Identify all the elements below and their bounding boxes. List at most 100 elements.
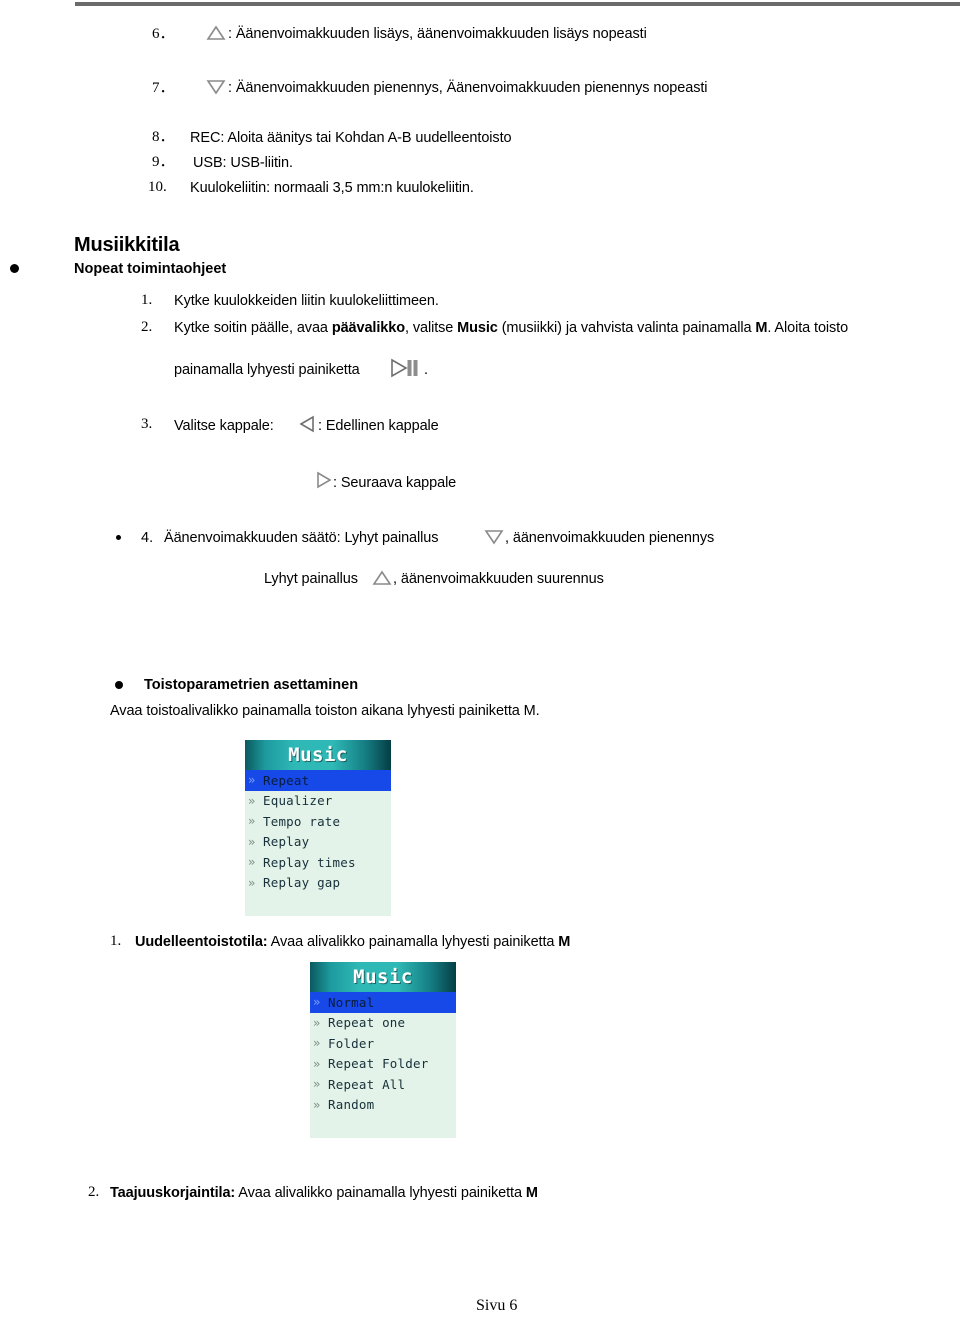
key-item-10-number: 10. — [148, 179, 167, 195]
playback-item-2-text: Taajuuskorjaintila: Avaa alivalikko pain… — [110, 1184, 538, 1202]
document-page: 6． : Äänenvoimakkuuden lisäys, äänenvoim… — [0, 0, 960, 1337]
chevron-right-icon: » — [248, 793, 256, 808]
chevron-right-icon: » — [248, 834, 256, 849]
chevron-right-icon: » — [313, 1015, 321, 1030]
menu-item-label: Replay — [263, 834, 310, 850]
playback-item-1-body: Avaa alivalikko painamalla lyhyesti pain… — [267, 934, 559, 950]
menu-item-replay-times[interactable]: » Replay times — [245, 852, 391, 873]
section-bullet — [10, 264, 19, 273]
menu-item-replay[interactable]: » Replay — [245, 832, 391, 853]
playback-item-1-bold: Uudelleentoistotila: — [135, 934, 268, 950]
menu-item-repeat[interactable]: » Repeat — [245, 770, 391, 791]
menu-item-label: Random — [328, 1097, 375, 1113]
playback-item-2-bold-end: M — [525, 1185, 538, 1201]
playback-params-heading: Toistoparametrien asettaminen — [144, 677, 359, 693]
menu-item-random[interactable]: » Random — [310, 1095, 456, 1116]
playback-item-1-number: 1. — [110, 933, 122, 949]
playback-params-bullet — [115, 681, 123, 689]
chevron-right-icon: » — [313, 1097, 321, 1112]
menu-item-label: Replay gap — [263, 875, 341, 891]
menu-item-label: Repeat one — [328, 1015, 406, 1031]
key-item-10-text: Kuulokeliitin: normaali 3,5 mm:n kuuloke… — [190, 180, 474, 196]
menu-item-label: Repeat — [263, 772, 310, 788]
key-item-6-text: : Äänenvoimakkuuden lisäys, äänenvoimakk… — [228, 26, 647, 42]
step-4-text-a: Äänenvoimakkuuden säätö: Lyhyt painallus — [164, 530, 439, 546]
step-2-text: Kytke soitin päälle, avaa päävalikko, va… — [174, 319, 848, 337]
chevron-right-icon: » — [313, 1036, 321, 1051]
playback-item-2-body: Avaa alivalikko painamalla lyhyesti pain… — [235, 1185, 526, 1201]
step-3-text-a: Valitse kappale: — [174, 418, 274, 434]
menu-item-label: Tempo rate — [263, 813, 341, 829]
triangle-down-icon — [205, 78, 227, 96]
key-item-8-text: REC: Aloita äänitys tai Kohdan A-B uudel… — [190, 130, 512, 146]
step-4-bullet — [116, 535, 121, 540]
triangle-up-icon — [205, 24, 227, 42]
menu-item-tempo-rate[interactable]: » Tempo rate — [245, 811, 391, 832]
step-4-text-b: , äänenvoimakkuuden pienennys — [505, 530, 715, 546]
step-1-number: 1. — [141, 292, 153, 308]
device-screen-title-bar: Music — [245, 740, 391, 770]
step-2-line2-text: painamalla lyhyesti painiketta — [174, 362, 360, 378]
chevron-right-icon: » — [248, 814, 256, 829]
menu-item-folder[interactable]: » Folder — [310, 1033, 456, 1054]
step-2-text-d: . Aloita toisto — [767, 320, 849, 336]
step-1-text: Kytke kuulokkeiden liitin kuulokeliittim… — [174, 293, 439, 309]
device-screen-title: Music — [353, 966, 413, 988]
device-screen-repeat-menu: Music » Normal » Repeat one » Folder » R… — [310, 962, 456, 1138]
menu-item-label: Repeat Folder — [328, 1056, 429, 1072]
play-pause-icon — [390, 357, 420, 379]
key-item-8-number: 8． — [152, 129, 175, 145]
step-4-line2-a: Lyhyt painallus — [264, 571, 358, 587]
step-2-bold-music: Music — [457, 320, 498, 336]
menu-item-label: Equalizer — [263, 793, 333, 809]
page-footer: Sivu 6 — [476, 1297, 518, 1314]
step-2-line2-period: . — [424, 362, 428, 378]
chevron-right-icon: » — [248, 875, 256, 890]
playback-params-description: Avaa toistoalivalikko painamalla toiston… — [110, 703, 540, 719]
step-2-text-a: Kytke soitin päälle, avaa — [174, 320, 332, 336]
triangle-up-icon — [371, 569, 393, 587]
device-screen-music-menu: Music » Repeat » Equalizer » Tempo rate … — [245, 740, 391, 916]
key-item-9-text: USB: USB-liitin. — [193, 155, 293, 171]
step-2-bold-paavalikko: päävalikko — [331, 320, 405, 336]
page-title: Musiikkitila — [74, 234, 180, 256]
step-3-text-c: : Seuraava kappale — [333, 475, 457, 491]
menu-item-repeat-one[interactable]: » Repeat one — [310, 1013, 456, 1034]
key-item-9-number: 9． — [152, 154, 175, 170]
menu-item-equalizer[interactable]: » Equalizer — [245, 791, 391, 812]
key-item-7-number: 7． — [152, 80, 175, 96]
step-4-number: 4. — [141, 530, 154, 546]
chevron-right-icon: » — [313, 995, 321, 1010]
step-2-text-b: , valitse — [404, 320, 458, 336]
playback-item-2-bold: Taajuuskorjaintila: — [110, 1185, 236, 1201]
key-item-7-text: : Äänenvoimakkuuden pienennys, Äänenvoim… — [228, 80, 708, 96]
triangle-left-icon — [297, 414, 317, 434]
menu-item-normal[interactable]: » Normal — [310, 992, 456, 1013]
step-2-bold-m: M — [755, 320, 768, 336]
section-subtitle: Nopeat toimintaohjeet — [74, 261, 227, 277]
key-item-6-number: 6． — [152, 26, 175, 42]
menu-item-label: Repeat All — [328, 1076, 406, 1092]
playback-item-1-bold-end: M — [558, 934, 571, 950]
step-3-number: 3. — [141, 416, 153, 432]
device-screen-title: Music — [288, 744, 348, 766]
menu-item-label: Folder — [328, 1035, 375, 1051]
menu-item-repeat-all[interactable]: » Repeat All — [310, 1074, 456, 1095]
menu-item-label: Normal — [328, 994, 375, 1010]
triangle-down-icon — [483, 528, 505, 546]
chevron-right-icon: » — [248, 855, 256, 870]
chevron-right-icon: » — [313, 1056, 321, 1071]
step-4-line2-b: , äänenvoimakkuuden suurennus — [393, 571, 604, 587]
playback-item-1-text: Uudelleentoistotila: Avaa alivalikko pai… — [135, 933, 570, 951]
header-rule — [75, 2, 960, 6]
step-2-text-c: (musiikki) ja vahvista valinta painamall… — [497, 320, 756, 336]
menu-item-label: Replay times — [263, 854, 356, 870]
step-3-text-b: : Edellinen kappale — [318, 418, 439, 434]
step-2-number: 2. — [141, 319, 153, 335]
device-screen-title-bar: Music — [310, 962, 456, 992]
chevron-right-icon: » — [313, 1077, 321, 1092]
menu-item-replay-gap[interactable]: » Replay gap — [245, 873, 391, 894]
chevron-right-icon: » — [248, 773, 256, 788]
menu-item-repeat-folder[interactable]: » Repeat Folder — [310, 1054, 456, 1075]
playback-item-2-number: 2. — [88, 1184, 100, 1200]
